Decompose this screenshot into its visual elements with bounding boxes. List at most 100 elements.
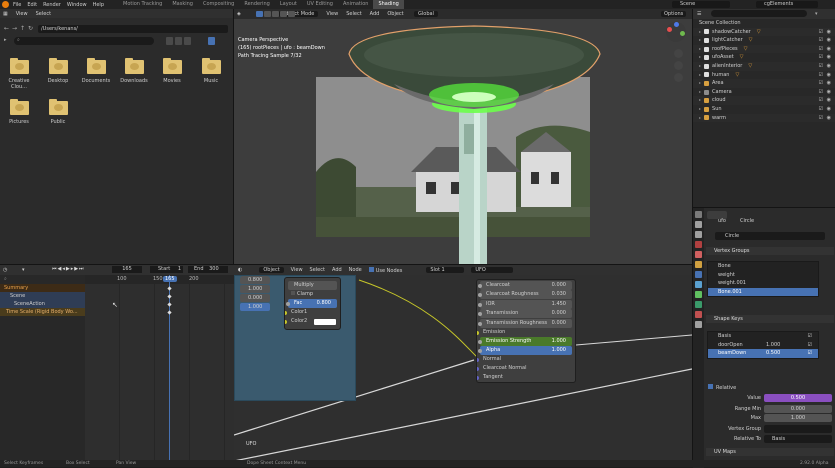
workspace-tab[interactable]: UV Editing [302, 0, 338, 9]
channel-scene-action[interactable]: SceneAction [0, 300, 85, 308]
camera-view-icon[interactable] [674, 73, 683, 82]
socket[interactable] [285, 320, 287, 324]
editor-type-icon[interactable]: ◷ [3, 267, 7, 273]
eye-icon[interactable]: ◉ [827, 62, 831, 71]
object-type-dropdown[interactable]: Object [259, 267, 284, 273]
select-mode-buttons[interactable] [256, 11, 295, 17]
exclude-checkbox-icon[interactable]: ☑ [819, 53, 823, 62]
filter-icon[interactable] [208, 37, 215, 45]
shape-key-item[interactable]: beamDown 0.500 ☑ [708, 349, 818, 358]
menu-window[interactable]: Window [67, 2, 87, 8]
shape-key-checkbox-icon[interactable]: ☑ [808, 349, 812, 358]
search-input[interactable] [14, 37, 154, 45]
folder-item[interactable]: Creative Clou... [4, 58, 34, 90]
workspace-tab[interactable]: Compositing [198, 0, 239, 9]
vp-menu-view[interactable]: View [326, 11, 338, 17]
ne-menu-view[interactable]: View [291, 267, 303, 273]
expand-arrow-icon[interactable]: ▸ [699, 53, 701, 62]
bsdf-input-row[interactable]: Clearcoat Roughness 0.030 [478, 290, 572, 299]
playhead-frame-label[interactable]: 165 [163, 276, 177, 282]
object-tab-icon[interactable] [695, 261, 702, 268]
vp-menu-object[interactable]: Object [387, 11, 403, 17]
eye-icon[interactable]: ◉ [827, 105, 831, 114]
fb-menu-view[interactable]: View [16, 11, 28, 17]
keyframe[interactable] [167, 310, 172, 315]
blender-logo-icon[interactable] [2, 1, 9, 8]
bsdf-input-row[interactable]: Clearcoat 0.000 [478, 280, 572, 290]
end-frame-field[interactable]: End 300 [188, 266, 228, 273]
expand-arrow-icon[interactable]: ▸ [699, 79, 701, 88]
expand-arrow-icon[interactable]: ▸ [699, 62, 701, 71]
workspace-tab[interactable]: Rendering [239, 0, 275, 9]
socket[interactable] [478, 348, 482, 353]
vertex-group-item[interactable]: weight [708, 271, 818, 280]
expand-arrow-icon[interactable]: ▸ [699, 105, 701, 114]
bsdf-input-row[interactable]: Alpha 1.000 [478, 345, 572, 355]
outliner-item[interactable]: ▸ Camera ☑ ◉ [693, 88, 835, 97]
expand-arrow-icon[interactable]: ▸ [699, 88, 701, 97]
exclude-checkbox-icon[interactable]: ☑ [819, 36, 823, 45]
expand-arrow-icon[interactable]: ▸ [699, 96, 701, 105]
physics-tab-icon[interactable] [695, 291, 702, 298]
output-tab-icon[interactable] [695, 231, 702, 238]
bsdf-input-row[interactable]: Emission [477, 328, 575, 337]
material-tab-icon[interactable] [695, 311, 702, 318]
vertex-groups-panel-header[interactable]: Vertex Groups [706, 247, 834, 255]
pan-hand-icon[interactable] [674, 61, 683, 70]
editor-type-icon[interactable]: ◐ [238, 267, 242, 273]
zoom-icon[interactable] [674, 49, 683, 58]
channel-summary[interactable]: Summary [0, 284, 85, 292]
scene-tab-icon[interactable] [695, 241, 702, 248]
parent-dir-icon[interactable]: ↑ [19, 25, 26, 33]
mesh-data-field[interactable]: Circle [715, 232, 825, 240]
outliner-item[interactable]: ▸ shadowCatcher ▽ ☑ ◉ [693, 27, 835, 37]
value-field[interactable]: 0.000 [240, 294, 270, 302]
channel-time-scale[interactable]: Time Scale (Rigid Body Wo... [0, 308, 85, 316]
select-mode-icon[interactable] [288, 11, 295, 17]
mix-rgb-node[interactable]: Multiply Clamp Fac 0.800 Color1 Color2 [284, 277, 341, 330]
fb-menu-select[interactable]: Select [36, 11, 51, 17]
folder-item[interactable]: Pictures [4, 99, 34, 125]
folder-item[interactable]: Public [43, 99, 73, 125]
outliner-item[interactable]: ▸ warm ☑ ◉ [693, 113, 835, 123]
transform-orientation-dropdown[interactable]: Global [414, 11, 438, 17]
material-selector[interactable]: UFO [471, 267, 514, 273]
shape-key-item[interactable]: Basis ☑ [708, 332, 818, 341]
eye-icon[interactable]: ◉ [827, 96, 831, 105]
workspace-tab[interactable]: Shading [373, 0, 404, 9]
shape-key-checkbox-icon[interactable]: ☑ [808, 341, 812, 350]
use-nodes-checkbox[interactable]: Use Nodes [368, 266, 410, 274]
channel-search[interactable]: ⌕ [0, 275, 85, 284]
uv-maps-panel-header[interactable]: UV Maps [706, 448, 834, 456]
value-field[interactable]: 1.000 [240, 285, 270, 293]
outliner-search-input[interactable] [711, 10, 807, 17]
keyframe[interactable] [167, 302, 172, 307]
socket[interactable] [478, 283, 482, 288]
select-mode-icon[interactable] [280, 11, 287, 17]
exclude-checkbox-icon[interactable]: ☑ [819, 79, 823, 88]
exclude-checkbox-icon[interactable]: ☑ [819, 71, 823, 80]
shape-key-item[interactable]: doorOpen 1.000 ☑ [708, 341, 818, 350]
socket[interactable] [477, 375, 479, 380]
folder-item[interactable]: Desktop [43, 58, 73, 84]
thumbnails-icon[interactable] [184, 37, 191, 45]
outliner-item[interactable]: ▸ alienInterior ▽ ☑ ◉ [693, 61, 835, 71]
socket[interactable] [477, 366, 479, 371]
filter-icon[interactable]: ▾ [815, 11, 818, 17]
data-tab-icon[interactable] [695, 301, 702, 308]
shape-keys-panel-header[interactable]: Shape Keys [706, 315, 834, 323]
texture-tab-icon[interactable] [695, 321, 702, 328]
range-min-field[interactable]: 0.000 [764, 405, 832, 413]
exclude-checkbox-icon[interactable]: ☑ [819, 114, 823, 123]
bsdf-input-row[interactable]: IOR 1.450 [478, 299, 572, 309]
principled-bsdf-node[interactable]: Clearcoat 0.000 Clearcoat Roughness 0.030 IO… [476, 279, 576, 383]
path-field[interactable]: /Users/kenans/ [38, 25, 228, 33]
socket[interactable] [286, 302, 290, 306]
blend-mode-dropdown[interactable]: Multiply [288, 281, 337, 290]
shape-key-checkbox-icon[interactable]: ☑ [808, 332, 812, 341]
modifier-tab-icon[interactable] [695, 271, 702, 278]
value-field[interactable]: 1.000 [240, 303, 270, 311]
exclude-checkbox-icon[interactable]: ☑ [819, 88, 823, 97]
bsdf-input-row[interactable]: Normal [477, 355, 575, 364]
eye-icon[interactable]: ◉ [827, 114, 831, 123]
